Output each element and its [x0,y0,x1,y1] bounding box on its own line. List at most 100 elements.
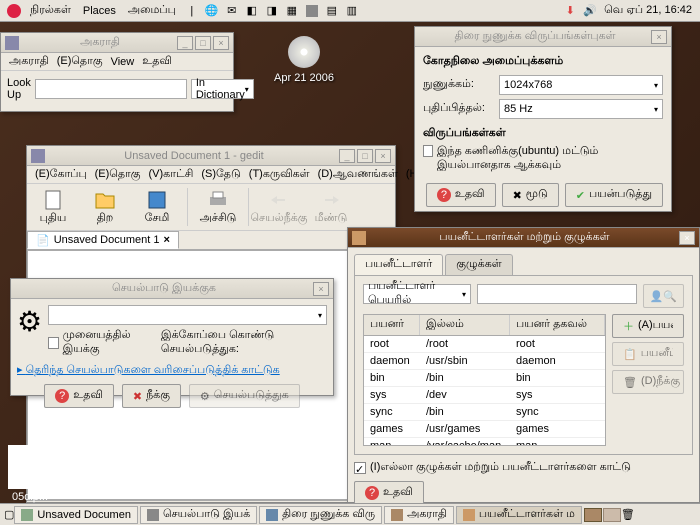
tab-groups[interactable]: குழுக்கள் [445,254,512,275]
show-desktop-icon[interactable]: ▢ [4,508,14,521]
display-titlebar[interactable]: திரை நுணுக்க விருப்பங்கள்புகள் × [415,27,671,47]
col-user[interactable]: பயனர் [364,315,420,335]
col-info[interactable]: பயனர் தகவல் [510,315,605,335]
refresh-label: புதிப்பித்தல்: [423,102,493,116]
add-user-button[interactable]: ＋(A)பயனீட்ட... [612,314,684,338]
task-gedit[interactable]: Unsaved Documen [14,506,138,524]
task-run[interactable]: செயல்பாடு இயக் [140,506,257,524]
known-apps-link[interactable]: ▸ தெரிந்த செயல்பாடுகளை வரிசைப்படுத்திக் … [17,364,280,376]
filter-combo[interactable]: பயனீட்டாளர் பெயரில்▾ [363,284,471,304]
menu-search[interactable]: (S)தேடு [197,168,244,182]
run-dialog: செயல்பாடு இயக்குக × ⚙ ▾ முனையத்தில் இயக்… [10,278,334,396]
desktop-thumb[interactable]: 05dip... [0,445,60,503]
table-row[interactable]: games/usr/gamesgames [364,421,605,438]
browser-icon[interactable]: 🌐 [204,3,220,19]
col-home[interactable]: இல்லம் [420,315,510,335]
table-row[interactable]: root/rootroot [364,336,605,353]
run-button: ⚙செயல்படுத்துக [189,384,300,408]
close-button[interactable]: × [651,30,667,44]
apply-button[interactable]: ✔பயன்படுத்து [565,183,663,207]
tab-close-icon[interactable]: × [163,234,169,246]
users-table: பயனர் இல்லம் பயனர் தகவல் root/rootrootda… [363,314,606,446]
task-display[interactable]: திரை நுணுக்க விரு [259,506,382,524]
command-combo[interactable]: ▾ [48,305,327,325]
app-icon[interactable]: ◧ [244,3,260,19]
close-button[interactable]: × [213,36,229,50]
new-button[interactable]: புதிய [31,188,75,226]
display-prefs-window: திரை நுணுக்க விருப்பங்கள்புகள் × கோதநிலை… [414,26,672,212]
table-row[interactable]: daemon/usr/sbindaemon [364,353,605,370]
update-icon[interactable]: ⬇ [562,3,578,19]
app-icon3[interactable]: ▦ [284,3,300,19]
options-header: விருப்பங்கள்கள் [423,127,663,141]
menu-item[interactable]: View [107,56,139,68]
resolution-combo[interactable]: 1024x768▾ [499,75,663,95]
table-row[interactable]: bin/binbin [364,370,605,387]
help-button[interactable]: ?உதவி [354,481,424,505]
dict-menubar: அகராதி (E)தொகு View உதவி [1,53,233,71]
close-button[interactable]: × [375,149,391,163]
clock[interactable]: வெ ஏப் 21, 16:42 [600,4,696,18]
app-icon6[interactable]: ▥ [344,3,360,19]
terminal-checkbox[interactable] [48,337,59,349]
table-row[interactable]: sync/binsync [364,404,605,421]
minimize-button[interactable]: _ [177,36,193,50]
run-titlebar[interactable]: செயல்பாடு இயக்குக × [11,279,333,299]
refresh-combo[interactable]: 85 Hz▾ [499,99,663,119]
close-button[interactable]: × [679,231,695,245]
desktop-cd-icon[interactable]: Apr 21 2006 [264,36,344,84]
menu-item[interactable]: அகராதி [5,55,53,69]
trash-icon[interactable]: 🗑 [621,508,635,521]
maximize-button[interactable]: □ [357,149,373,163]
filter-input[interactable] [477,284,637,304]
dict-mode-combo[interactable]: In Dictionary▾ [191,79,254,99]
help-button[interactable]: ?உதவி [426,183,496,207]
close-button[interactable]: ✖மூடு [502,183,559,207]
users-titlebar[interactable]: பயனீட்டாளர்கள் மற்றும் குழுக்கள் × [348,228,699,248]
cancel-button[interactable]: ✖நீக்கு [122,384,181,408]
top-panel: நிரல்கள் Places அமைப்பு | 🌐 ✉ ◧ ◨ ▦ ▤ ▥ … [0,0,700,22]
ubuntu-icon[interactable] [6,3,22,19]
gedit-icon [31,149,45,163]
places-menu[interactable]: Places [77,5,122,17]
help-button[interactable]: ?உதவி [44,384,114,408]
app-icon4[interactable] [304,3,320,19]
table-row[interactable]: sys/devsys [364,387,605,404]
default-checkbox[interactable] [423,145,433,157]
default-label: இந்த கணினிக்கு(ubuntu) மட்டும் இயல்பானதா… [437,145,663,173]
app-icon5[interactable]: ▤ [324,3,340,19]
mail-icon[interactable]: ✉ [224,3,240,19]
menu-item[interactable]: (E)தொகு [53,55,107,69]
search-user-button: 👤🔍 [643,284,684,308]
system-menu[interactable]: அமைப்பு [122,4,182,18]
save-button[interactable]: சேமி [135,188,179,226]
menu-tools[interactable]: (T)கருவிகள் [245,168,314,182]
show-all-checkbox[interactable]: ✓ [354,462,366,474]
apps-menu[interactable]: நிரல்கள் [24,4,77,18]
maximize-button[interactable]: □ [195,36,211,50]
task-users[interactable]: பயனீட்டாளர்கள் ம [456,506,582,524]
tab-users[interactable]: பயனீட்டாளர் [354,254,443,275]
volume-icon[interactable]: 🔊 [582,3,598,19]
minimize-button[interactable]: _ [339,149,355,163]
lookup-input[interactable] [35,79,187,99]
document-tab[interactable]: 📄 Unsaved Document 1 × [27,231,179,249]
dict-titlebar[interactable]: அகராதி _ □ × [1,33,233,53]
open-button[interactable]: திற [83,188,127,226]
section-header: கோதநிலை அமைப்புக்களம் [423,55,663,69]
delete-icon: 🗑 [623,376,637,389]
users-groups-window: பயனீட்டாளர்கள் மற்றும் குழுக்கள் × பயனீட… [347,227,700,503]
menu-view[interactable]: (V)காட்சி [145,168,198,182]
print-button[interactable]: அச்சிடு [196,188,240,226]
task-dict[interactable]: அகராதி [384,506,454,524]
menu-item[interactable]: உதவி [138,55,176,69]
table-row[interactable]: man/var/cache/manman [364,438,605,446]
menu-docs[interactable]: (D)ஆவணங்கள் [314,168,402,182]
close-button[interactable]: × [313,282,329,296]
gedit-titlebar[interactable]: Unsaved Document 1 - gedit _ □ × [27,146,395,166]
gears-icon: ⚙ [17,305,42,357]
workspace-switcher[interactable] [584,508,621,522]
menu-file[interactable]: (E)கோப்பு [31,168,91,182]
app-icon2[interactable]: ◨ [264,3,280,19]
menu-edit[interactable]: (E)தொகு [91,168,145,182]
